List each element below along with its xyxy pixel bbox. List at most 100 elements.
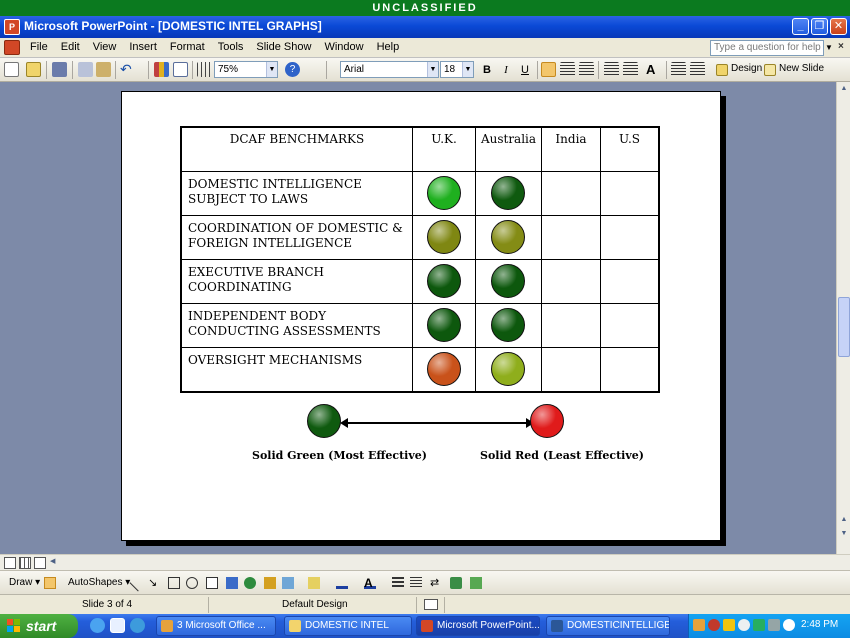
font-color-icon[interactable]: A xyxy=(364,577,376,589)
powerpoint-app-icon[interactable]: P xyxy=(4,19,20,35)
align-right-icon[interactable] xyxy=(579,62,594,77)
menu-format[interactable]: Format xyxy=(170,41,205,53)
chevron-down-icon: ▼ xyxy=(266,62,277,77)
minimize-button[interactable]: _ xyxy=(792,18,809,35)
new-slide-button[interactable]: New Slide xyxy=(779,63,824,74)
oval-tool-icon[interactable] xyxy=(186,577,198,589)
font-size-select[interactable]: 18 ▼ xyxy=(440,61,474,78)
normal-view-icon[interactable] xyxy=(4,557,16,569)
copy-icon[interactable] xyxy=(78,62,93,77)
previous-slide-icon[interactable]: ▲ xyxy=(838,514,850,526)
zoom-select[interactable]: 75% ▼ xyxy=(214,61,278,78)
help-dropdown-icon[interactable]: ▼ xyxy=(824,40,834,56)
vertical-scrollbar[interactable]: ▲ ▲ ▼ xyxy=(836,82,850,554)
undo-icon[interactable]: ↶ xyxy=(120,62,135,77)
shadow-style-icon[interactable] xyxy=(450,577,462,589)
dash-style-icon[interactable] xyxy=(410,577,422,589)
draw-menu[interactable]: Draw ▾ xyxy=(9,577,40,588)
status-bar: Slide 3 of 4 Default Design xyxy=(0,594,850,614)
main-toolbar: ↶ 75% ▼ ? Arial ▼ 18 ▼ B I U A Design New S… xyxy=(0,58,850,82)
fill-color-icon[interactable] xyxy=(308,577,320,589)
menu-tools[interactable]: Tools xyxy=(218,41,244,53)
diagram-icon[interactable] xyxy=(244,577,256,589)
menu-window[interactable]: Window xyxy=(324,41,363,53)
tray-display-icon[interactable] xyxy=(768,619,780,631)
scroll-thumb[interactable] xyxy=(838,297,850,357)
horizontal-scrollbar[interactable]: ◀ xyxy=(0,554,850,570)
system-tray: 2:48 PM xyxy=(688,614,850,638)
cell-india xyxy=(542,348,601,391)
clipart-icon[interactable] xyxy=(264,577,276,589)
taskbar-item-label: 3 Microsoft Office ... xyxy=(177,620,266,631)
taskbar-item-word[interactable]: DOMESTICINTELLIGE... xyxy=(546,616,670,636)
internet-explorer-icon[interactable] xyxy=(90,618,105,633)
italic-button[interactable]: I xyxy=(498,62,514,78)
slide-show-view-icon[interactable] xyxy=(34,557,46,569)
restore-button[interactable]: ❐ xyxy=(811,18,828,35)
underline-button[interactable]: U xyxy=(517,62,533,78)
line-style-icon[interactable] xyxy=(392,577,404,589)
menu-insert[interactable]: Insert xyxy=(129,41,157,53)
start-button[interactable]: start xyxy=(0,614,78,638)
numbering-icon[interactable] xyxy=(604,62,619,77)
next-slide-icon[interactable]: ▼ xyxy=(838,528,850,540)
menu-file[interactable]: File xyxy=(30,41,48,53)
status-light xyxy=(491,264,525,298)
tray-network-icon[interactable] xyxy=(738,619,750,631)
benchmark-table[interactable]: DCAF BENCHMARKS U.K. Australia India U.S… xyxy=(180,126,660,393)
document-close-icon[interactable]: × xyxy=(838,41,844,52)
align-center-icon[interactable] xyxy=(560,62,575,77)
picture-icon[interactable] xyxy=(282,577,294,589)
help-icon[interactable]: ? xyxy=(285,62,300,77)
scroll-up-icon[interactable]: ▲ xyxy=(838,83,850,95)
line-tool-icon[interactable] xyxy=(129,574,147,592)
taskbar-item-folder[interactable]: DOMESTIC INTEL xyxy=(284,616,412,636)
bullets-icon[interactable] xyxy=(623,62,638,77)
show-grid-icon[interactable] xyxy=(197,62,212,77)
scroll-left-icon[interactable]: ◀ xyxy=(50,557,55,565)
slide-sorter-view-icon[interactable] xyxy=(19,557,31,569)
spelling-status-icon[interactable] xyxy=(424,599,438,610)
document-icon[interactable] xyxy=(4,40,20,55)
menu-edit[interactable]: Edit xyxy=(61,41,80,53)
3d-style-icon[interactable] xyxy=(470,577,482,589)
font-select[interactable]: Arial ▼ xyxy=(340,61,439,78)
tray-security-icon[interactable] xyxy=(708,619,720,631)
increase-font-icon[interactable]: A xyxy=(646,62,661,77)
outlook-icon[interactable] xyxy=(130,618,145,633)
bold-button[interactable]: B xyxy=(479,62,495,78)
autoshapes-menu[interactable]: AutoShapes ▾ xyxy=(68,577,130,588)
select-pointer-icon[interactable] xyxy=(44,577,56,589)
open-icon[interactable] xyxy=(26,62,41,77)
arrow-tool-icon[interactable]: ↘ xyxy=(148,577,160,589)
taskbar-item-office[interactable]: 3 Microsoft Office ... xyxy=(156,616,276,636)
taskbar-item-powerpoint[interactable]: Microsoft PowerPoint... xyxy=(416,616,540,636)
insert-chart-icon[interactable] xyxy=(154,62,169,77)
decrease-indent-icon[interactable] xyxy=(671,62,686,77)
new-slide-icon[interactable] xyxy=(764,64,776,76)
menu-help[interactable]: Help xyxy=(377,41,400,53)
textbox-tool-icon[interactable] xyxy=(206,577,218,589)
line-color-icon[interactable] xyxy=(336,577,348,589)
rectangle-tool-icon[interactable] xyxy=(168,577,180,589)
tray-office-icon[interactable] xyxy=(693,619,705,631)
show-desktop-icon[interactable] xyxy=(110,618,125,633)
close-button[interactable]: ✕ xyxy=(830,18,847,35)
menu-view[interactable]: View xyxy=(93,41,117,53)
paste-icon[interactable] xyxy=(96,62,111,77)
design-icon[interactable] xyxy=(716,64,728,76)
wordart-icon[interactable] xyxy=(226,577,238,589)
insert-table-icon[interactable] xyxy=(173,62,188,77)
menu-slide-show[interactable]: Slide Show xyxy=(256,41,311,53)
tray-sync-icon[interactable] xyxy=(753,619,765,631)
design-button[interactable]: Design xyxy=(731,63,762,74)
align-left-icon[interactable] xyxy=(541,62,556,77)
new-icon[interactable] xyxy=(4,62,19,77)
print-icon[interactable] xyxy=(52,62,67,77)
arrow-style-icon[interactable]: ⇄ xyxy=(430,577,442,589)
slide-canvas[interactable]: DCAF BENCHMARKS U.K. Australia India U.S… xyxy=(121,91,721,541)
tray-alert-icon[interactable] xyxy=(723,619,735,631)
help-search-input[interactable]: Type a question for help xyxy=(710,40,824,56)
increase-indent-icon[interactable] xyxy=(690,62,705,77)
tray-volume-icon[interactable] xyxy=(783,619,795,631)
